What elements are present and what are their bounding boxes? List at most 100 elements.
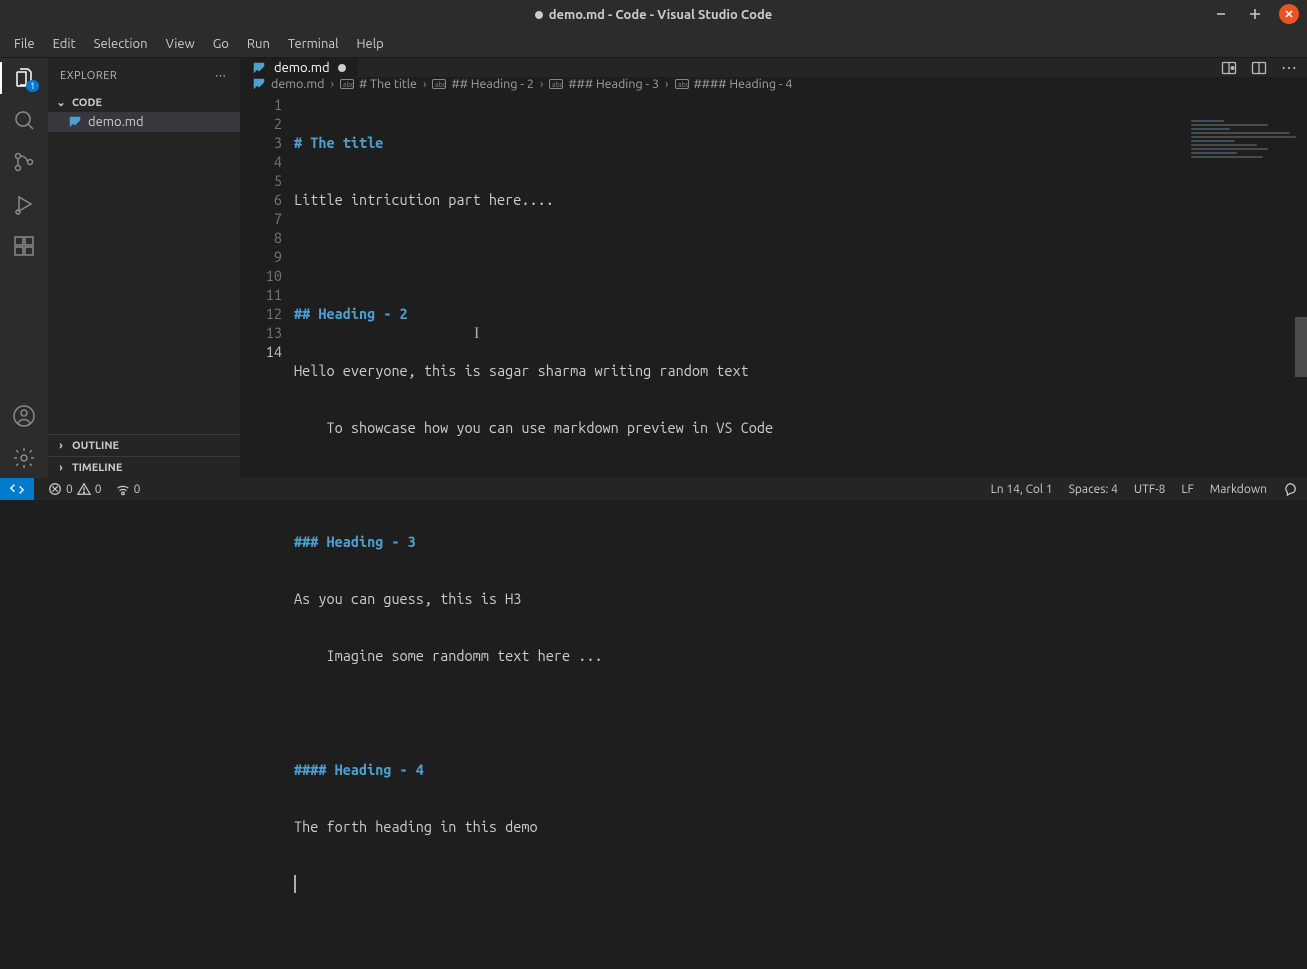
outline-section[interactable]: › OUTLINE [48, 434, 240, 456]
port-count: 0 [134, 483, 141, 496]
text-cursor [294, 875, 296, 893]
code-line: The forth heading in this demo [294, 818, 538, 835]
tab-label: demo.md [274, 61, 330, 75]
code-line: As you can guess, this is H3 [294, 590, 521, 607]
breadcrumb-file-label: demo.md [271, 77, 324, 91]
svg-text:abc: abc [343, 81, 354, 89]
file-item-demo-md[interactable]: demo.md [48, 112, 240, 132]
svg-text:abc: abc [552, 81, 563, 89]
svg-text:abc: abc [678, 81, 689, 89]
activity-source-control[interactable] [0, 150, 48, 174]
line-number: 5 [240, 171, 282, 190]
chevron-right-icon: › [330, 77, 334, 91]
chevron-right-icon: › [54, 440, 68, 452]
modified-dot-icon [535, 11, 543, 19]
maximize-button[interactable] [1245, 4, 1265, 24]
activity-settings[interactable] [0, 446, 48, 470]
line-number: 2 [240, 114, 282, 133]
code-editor[interactable]: 1 2 3 4 5 6 7 8 9 10 11 12 13 14 # The t… [240, 91, 1307, 969]
chevron-right-icon: › [54, 462, 68, 474]
breadcrumb-h1-label: # The title [359, 77, 417, 91]
split-editor-icon[interactable] [1251, 60, 1267, 76]
activity-search[interactable] [0, 108, 48, 132]
activity-extensions[interactable] [0, 234, 48, 258]
warning-count: 0 [95, 483, 102, 496]
editor-content[interactable]: # The title Little intricution part here… [294, 91, 1307, 969]
menu-selection[interactable]: Selection [86, 33, 156, 55]
timeline-label: TIMELINE [72, 462, 122, 474]
code-line: ### Heading - 3 [294, 533, 416, 550]
folder-root-label: CODE [72, 97, 102, 109]
menu-terminal[interactable]: Terminal [280, 33, 347, 55]
breadcrumb-h4[interactable]: abc #### Heading - 4 [675, 77, 793, 91]
editor-group: demo.md ⋯ demo.md › abc # The tit [240, 58, 1307, 478]
status-problems[interactable]: 0 0 [48, 482, 102, 496]
line-number: 11 [240, 285, 282, 304]
sidebar-title: EXPLORER [60, 70, 117, 82]
open-preview-side-icon[interactable] [1221, 60, 1237, 76]
code-line: Imagine some randomm text here ... [294, 647, 603, 664]
more-actions-icon[interactable]: ⋯ [1281, 58, 1297, 77]
remote-indicator[interactable] [0, 478, 34, 500]
activity-accounts[interactable] [0, 404, 48, 428]
menu-help[interactable]: Help [348, 33, 391, 55]
breadcrumb-h2-label: ## Heading - 2 [451, 77, 533, 91]
breadcrumb-h3-label: ### Heading - 3 [568, 77, 659, 91]
folder-root[interactable]: ⌄ CODE [48, 93, 240, 112]
mouse-text-cursor-icon: I [474, 324, 479, 343]
code-line: # The title [294, 134, 383, 151]
line-number: 1 [240, 95, 282, 114]
explorer-badge: 1 [26, 80, 39, 92]
breadcrumb-h2[interactable]: abc ## Heading - 2 [432, 77, 533, 91]
activity-explorer[interactable]: 1 [0, 66, 48, 90]
line-number: 7 [240, 209, 282, 228]
code-line: To showcase how you can use markdown pre… [294, 419, 773, 436]
tab-bar: demo.md ⋯ [240, 58, 1307, 77]
tab-demo-md[interactable]: demo.md [240, 58, 359, 77]
menu-view[interactable]: View [158, 33, 203, 55]
vertical-scrollbar[interactable] [1295, 117, 1307, 478]
titlebar: demo.md - Code - Visual Studio Code [0, 0, 1307, 30]
breadcrumb-file[interactable]: demo.md [252, 77, 324, 91]
markdown-file-icon [68, 115, 82, 129]
breadcrumb-h4-label: #### Heading - 4 [694, 77, 793, 91]
code-line: Hello everyone, this is sagar sharma wri… [294, 362, 749, 379]
symbol-string-icon: abc [675, 78, 689, 90]
line-number: 13 [240, 323, 282, 342]
activity-bar: 1 [0, 58, 48, 478]
minimize-button[interactable] [1211, 4, 1231, 24]
status-ports[interactable]: 0 [116, 482, 141, 496]
breadcrumb-h1[interactable]: abc # The title [340, 77, 417, 91]
menu-file[interactable]: File [6, 33, 43, 55]
menubar: File Edit Selection View Go Run Terminal… [0, 30, 1307, 58]
sidebar: EXPLORER ⋯ ⌄ CODE demo.md › OUTLINE › TI… [48, 58, 240, 478]
outline-label: OUTLINE [72, 440, 119, 452]
timeline-section[interactable]: › TIMELINE [48, 456, 240, 478]
sidebar-more-icon[interactable]: ⋯ [215, 69, 228, 82]
svg-text:abc: abc [435, 81, 446, 89]
menu-run[interactable]: Run [239, 33, 278, 55]
markdown-file-icon [252, 61, 266, 75]
chevron-right-icon: › [540, 77, 544, 91]
error-count: 0 [66, 483, 73, 496]
line-number: 3 [240, 133, 282, 152]
scrollbar-thumb[interactable] [1295, 317, 1307, 377]
line-number: 8 [240, 228, 282, 247]
line-number: 14 [240, 342, 282, 361]
code-line: #### Heading - 4 [294, 761, 424, 778]
symbol-string-icon: abc [432, 78, 446, 90]
file-item-label: demo.md [88, 115, 144, 129]
close-button[interactable] [1279, 4, 1299, 24]
markdown-file-icon [252, 77, 266, 91]
breadcrumbs: demo.md › abc # The title › abc ## Headi… [240, 77, 1307, 91]
line-number: 6 [240, 190, 282, 209]
menu-edit[interactable]: Edit [45, 33, 84, 55]
line-number: 9 [240, 247, 282, 266]
symbol-string-icon: abc [340, 78, 354, 90]
modified-dot-icon [338, 64, 346, 72]
line-number-gutter: 1 2 3 4 5 6 7 8 9 10 11 12 13 14 [240, 91, 294, 969]
menu-go[interactable]: Go [205, 33, 237, 55]
line-number: 10 [240, 266, 282, 285]
breadcrumb-h3[interactable]: abc ### Heading - 3 [549, 77, 659, 91]
activity-run-debug[interactable] [0, 192, 48, 216]
